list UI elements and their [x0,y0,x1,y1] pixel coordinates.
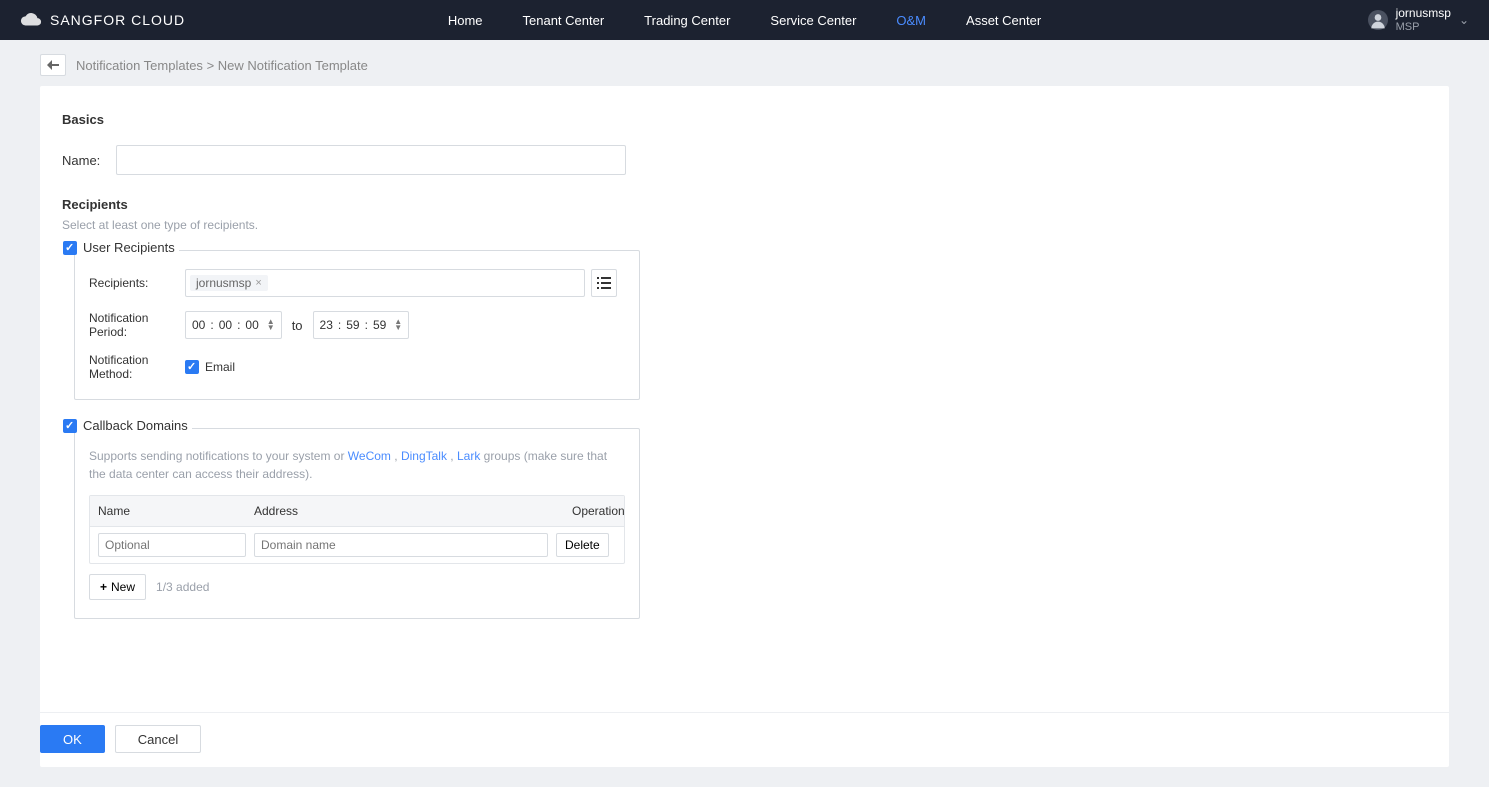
main-nav: Home Tenant Center Trading Center Service C… [448,13,1041,28]
table-row: Delete [90,526,624,563]
method-label: Notification Method: [89,353,185,381]
avatar-icon [1368,10,1388,30]
domain-count: 1/3 added [156,580,209,594]
breadcrumb-parent[interactable]: Notification Templates [76,58,203,73]
recipients-label: Recipients: [89,276,185,290]
plus-icon: + [100,580,107,594]
nav-item-trading-center[interactable]: Trading Center [644,13,730,28]
callback-domains-checkbox[interactable] [63,419,77,433]
user-menu[interactable]: jornusmsp MSP ⌄ [1368,7,1469,33]
arrow-left-icon [47,60,59,70]
email-label: Email [205,360,235,374]
nav-item-asset-center[interactable]: Asset Center [966,13,1041,28]
dingtalk-link[interactable]: DingTalk [401,449,447,463]
lark-link[interactable]: Lark [457,449,480,463]
user-role: MSP [1396,21,1451,34]
recipients-input[interactable]: jornusmsp × [185,269,585,297]
callback-domains-legend: Callback Domains [83,418,188,433]
callback-help-text: Supports sending notifications to your s… [89,447,625,483]
brand-text: SANGFOR CLOUD [50,12,185,28]
cloud-logo-icon [20,9,42,31]
wecom-link[interactable]: WeCom [348,449,391,463]
period-label: Notification Period: [89,311,185,339]
breadcrumb-bar: Notification Templates > New Notificatio… [40,40,1449,86]
section-basics-title: Basics [62,112,1427,127]
user-name: jornusmsp [1396,7,1451,21]
nav-item-service-center[interactable]: Service Center [770,13,856,28]
col-header-operation: Operation [564,496,624,526]
ok-button[interactable]: OK [40,725,105,753]
brand-logo: SANGFOR CLOUD [20,9,185,31]
back-button[interactable] [40,54,66,76]
chevron-down-icon: ⌄ [1459,13,1469,27]
callback-table: Name Address Operation Delete [89,495,625,564]
recipients-subtitle: Select at least one type of recipients. [62,218,1427,232]
list-icon [597,277,611,289]
user-recipients-checkbox[interactable] [63,241,77,255]
delete-row-button[interactable]: Delete [556,533,609,557]
email-checkbox[interactable] [185,360,199,374]
col-header-address: Address [246,496,564,526]
form-panel: Basics Name: Recipients Select at least … [40,86,1449,767]
breadcrumb-current: New Notification Template [218,58,368,73]
row-name-input[interactable] [98,533,246,557]
nav-item-o-m[interactable]: O&M [896,13,926,28]
name-input[interactable] [116,145,626,175]
top-nav-bar: SANGFOR CLOUD Home Tenant Center Trading C… [0,0,1489,40]
add-domain-button[interactable]: + New [89,574,146,600]
row-address-input[interactable] [254,533,548,557]
col-header-name: Name [90,496,246,526]
to-label: to [292,318,303,333]
nav-item-home[interactable]: Home [448,13,483,28]
time-from-input[interactable]: 00: 00: 00 ▲▼ [185,311,282,339]
nav-item-tenant-center[interactable]: Tenant Center [523,13,605,28]
breadcrumb: Notification Templates > New Notificatio… [76,58,368,73]
cancel-button[interactable]: Cancel [115,725,201,753]
form-footer: OK Cancel [40,712,1449,767]
time-to-input[interactable]: 23: 59: 59 ▲▼ [313,311,410,339]
section-recipients-title: Recipients [62,197,1427,212]
user-recipients-fieldset: User Recipients Recipients: jornusmsp × … [74,250,640,400]
recipient-tag: jornusmsp × [190,275,268,291]
callback-domains-fieldset: Callback Domains Supports sending notifi… [74,428,640,619]
user-recipients-legend: User Recipients [83,240,175,255]
recipients-picker-button[interactable] [591,269,617,297]
time-spinner-icon[interactable]: ▲▼ [394,319,402,331]
name-label: Name: [62,153,116,168]
time-spinner-icon[interactable]: ▲▼ [267,319,275,331]
remove-tag-icon[interactable]: × [255,277,261,289]
